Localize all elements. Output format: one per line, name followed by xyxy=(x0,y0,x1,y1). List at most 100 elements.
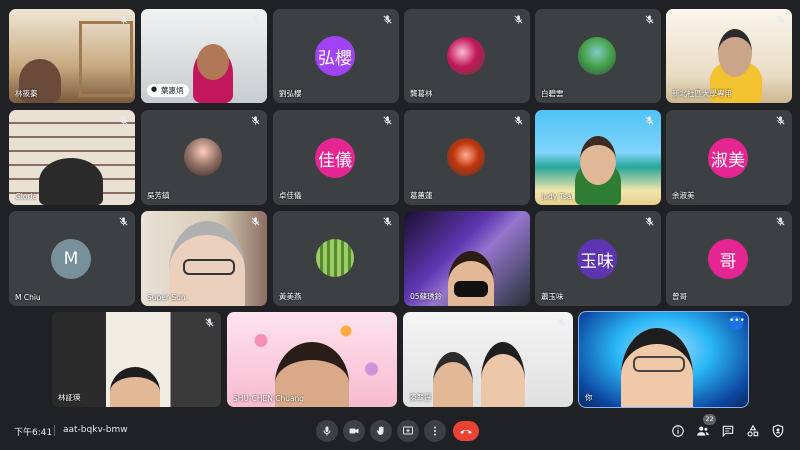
participant-tile[interactable]: 陳翠霞 xyxy=(403,312,573,407)
participant-tile[interactable]: 龔葛林 xyxy=(404,9,530,103)
avatar xyxy=(447,138,485,176)
mic-off-icon xyxy=(556,317,567,328)
participant-name: 葛蕙蓮 xyxy=(410,191,433,200)
participant-name: 你 xyxy=(585,393,593,402)
activities-button[interactable] xyxy=(746,424,760,438)
more-icon xyxy=(434,426,436,436)
participant-tile[interactable]: M M Chiu xyxy=(9,211,135,306)
avatar: 佳儀 xyxy=(315,138,355,178)
participant-tile[interactable]: 葛蕙蓮 xyxy=(404,110,530,205)
mic-off-icon xyxy=(775,216,786,227)
participant-name: Judy Tsai xyxy=(541,192,574,201)
participant-name: 曾哥 xyxy=(672,292,687,301)
meeting-code: aat-bqkv-bmw xyxy=(63,425,128,435)
leave-call-button[interactable] xyxy=(453,421,479,441)
participant-tile[interactable]: 哥 曾哥 xyxy=(666,211,792,306)
avatar: 玉味 xyxy=(577,239,617,279)
participant-name: SHU-CHEN Chuang xyxy=(233,394,305,403)
participant-name: 龔葛林 xyxy=(410,89,433,98)
camera-icon xyxy=(349,428,359,434)
participant-tile[interactable]: 白碧雲 xyxy=(535,9,661,103)
divider xyxy=(54,425,55,436)
info-icon xyxy=(672,425,684,437)
chat-icon xyxy=(722,425,734,438)
participant-name: 陳翠霞 xyxy=(409,393,432,402)
participant-tile[interactable]: 黃美燕 xyxy=(273,211,399,306)
camera-button[interactable] xyxy=(343,420,365,442)
activities-icon xyxy=(747,424,759,437)
people-button[interactable] xyxy=(696,424,710,438)
participant-name: 余淑美 xyxy=(672,191,695,200)
avatar: M xyxy=(51,239,91,279)
mic-off-icon xyxy=(382,115,393,126)
bottom-toolbar: 下午6:41 aat-bqkv-bmw 22 xyxy=(0,412,800,450)
mic-icon xyxy=(323,426,331,436)
present-button[interactable] xyxy=(397,420,419,442)
mic-off-icon xyxy=(118,115,129,126)
mic-off-icon xyxy=(513,115,524,126)
participant-name: 白碧雲 xyxy=(541,89,564,98)
bookshelf xyxy=(79,21,133,97)
avatar: 淑美 xyxy=(708,138,748,178)
participant-tile[interactable]: 林証瑛 xyxy=(52,312,221,407)
participant-name: 蕭玉味 xyxy=(541,292,564,301)
participant-tile[interactable]: 淑美 余淑美 xyxy=(666,110,792,205)
person-face xyxy=(580,136,616,185)
participant-name: 新北社區大學專用 xyxy=(672,89,732,98)
participant-tile[interactable]: 佳儀 卓佳儀 xyxy=(273,110,399,205)
participant-tile[interactable]: 吳芳鎮 xyxy=(141,110,267,205)
mic-off-icon xyxy=(382,14,393,25)
participant-tile[interactable]: Gloria xyxy=(9,110,135,205)
raise-hand-button[interactable] xyxy=(370,420,392,442)
avatar: 哥 xyxy=(708,239,748,279)
person-face xyxy=(197,44,229,80)
glasses xyxy=(183,259,235,275)
mic-off-icon xyxy=(644,115,655,126)
mic-off-icon xyxy=(775,14,786,25)
participant-tile[interactable]: 林筱蓁 xyxy=(9,9,135,103)
participant-tile[interactable]: 新北社區大學專用 xyxy=(666,9,792,103)
more-options-button[interactable] xyxy=(424,420,446,442)
meeting-details-button[interactable] xyxy=(671,424,685,438)
face-mask xyxy=(454,281,488,297)
participant-tile[interactable]: Judy Tsai xyxy=(535,110,661,205)
participant-name: Super Sun_ xyxy=(147,293,190,302)
participant-name: 卓佳儀 xyxy=(279,191,302,200)
mic-off-icon xyxy=(382,216,393,227)
participant-name: M Chiu xyxy=(15,293,41,302)
tile-more-options-icon[interactable]: ••• xyxy=(729,316,745,330)
mic-off-icon xyxy=(118,216,129,227)
avatar xyxy=(316,239,354,277)
self-view-tile[interactable]: ••• 你 xyxy=(578,311,749,408)
avatar: 弘櫻 xyxy=(315,36,355,76)
participant-name: Gloria xyxy=(15,192,38,201)
host-controls-button[interactable] xyxy=(771,424,785,438)
speaking-name-pill: ● 葉惠炳 xyxy=(147,84,189,97)
participant-tile[interactable]: Super Sun_ xyxy=(141,211,267,306)
mic-off-icon xyxy=(644,216,655,227)
glasses xyxy=(633,356,685,372)
participant-tile[interactable]: 玉味 蕭玉味 xyxy=(535,211,661,306)
participant-tile[interactable]: 弘櫻 劉弘櫻 xyxy=(273,9,399,103)
mic-off-icon xyxy=(118,14,129,25)
mic-off-icon xyxy=(644,14,655,25)
mic-icon: ● xyxy=(151,85,158,93)
chat-button[interactable] xyxy=(721,424,735,438)
hangup-icon xyxy=(460,429,472,434)
mic-off-icon xyxy=(250,115,261,126)
participant-name: 吳芳鎮 xyxy=(147,191,170,200)
mic-off-icon xyxy=(250,216,261,227)
mic-off-icon xyxy=(513,14,524,25)
participant-name: 劉弘櫻 xyxy=(279,89,302,98)
avatar xyxy=(447,37,485,75)
participant-tile[interactable]: ● 葉惠炳 xyxy=(141,9,267,103)
participant-tile[interactable]: 05蘇琇鈴 xyxy=(404,211,530,306)
people-icon xyxy=(697,426,709,436)
host-controls-icon xyxy=(772,424,784,438)
raise-hand-icon xyxy=(376,426,384,435)
participant-tile[interactable]: SHU-CHEN Chuang xyxy=(227,312,397,407)
mic-button[interactable] xyxy=(316,420,338,442)
avatar xyxy=(578,37,616,75)
participant-name: 林証瑛 xyxy=(58,393,81,402)
participant-name: 林筱蓁 xyxy=(15,89,38,98)
